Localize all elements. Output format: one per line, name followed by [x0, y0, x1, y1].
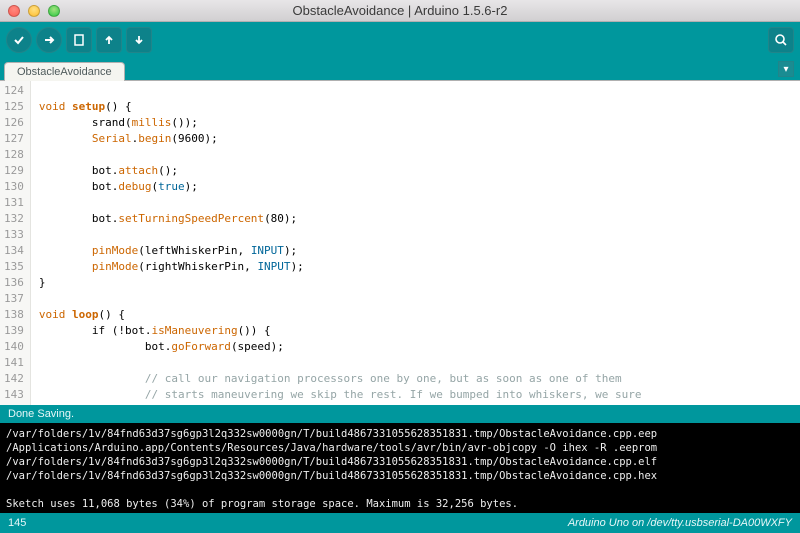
open-sketch-button[interactable]	[96, 27, 122, 53]
code-line[interactable]: srand(millis());	[39, 115, 792, 131]
line-number: 126	[4, 115, 24, 131]
code-line[interactable]: Serial.begin(9600);	[39, 131, 792, 147]
line-number: 125	[4, 99, 24, 115]
line-number: 137	[4, 291, 24, 307]
code-line[interactable]: void loop() {	[39, 307, 792, 323]
output-console[interactable]: /var/folders/1v/84fnd63d37sg6gp3l2q332sw…	[0, 423, 800, 513]
code-editor[interactable]: 1241251261271281291301311321331341351361…	[0, 80, 800, 405]
line-number: 140	[4, 339, 24, 355]
code-line[interactable]: bot.setTurningSpeedPercent(80);	[39, 211, 792, 227]
tab-menu-button[interactable]: ▾	[778, 61, 794, 77]
code-line[interactable]: pinMode(leftWhiskerPin, INPUT);	[39, 243, 792, 259]
verify-button[interactable]	[6, 27, 32, 53]
line-number: 127	[4, 131, 24, 147]
code-line[interactable]: void setup() {	[39, 99, 792, 115]
line-number: 136	[4, 275, 24, 291]
tab-obstacleavoidance[interactable]: ObstacleAvoidance	[4, 62, 125, 81]
code-line[interactable]: if (!bot.isManeuvering()) {	[39, 323, 792, 339]
line-number: 141	[4, 355, 24, 371]
line-number: 142	[4, 371, 24, 387]
footer-bar: 145 Arduino Uno on /dev/tty.usbserial-DA…	[0, 513, 800, 533]
line-number: 129	[4, 163, 24, 179]
line-number: 124	[4, 83, 24, 99]
line-number: 131	[4, 195, 24, 211]
line-number: 143	[4, 387, 24, 403]
line-number: 138	[4, 307, 24, 323]
code-line[interactable]	[39, 195, 792, 211]
status-message: Done Saving.	[8, 408, 74, 420]
status-bar: Done Saving.	[0, 405, 800, 423]
line-number: 133	[4, 227, 24, 243]
line-number: 130	[4, 179, 24, 195]
code-line[interactable]	[39, 83, 792, 99]
code-line[interactable]	[39, 355, 792, 371]
line-number: 134	[4, 243, 24, 259]
code-line[interactable]	[39, 227, 792, 243]
save-sketch-button[interactable]	[126, 27, 152, 53]
toolbar	[0, 22, 800, 58]
code-line[interactable]: bot.attach();	[39, 163, 792, 179]
code-line[interactable]: pinMode(rightWhiskerPin, INPUT);	[39, 259, 792, 275]
code-line[interactable]	[39, 291, 792, 307]
line-number: 132	[4, 211, 24, 227]
upload-button[interactable]	[36, 27, 62, 53]
code-line[interactable]: // starts maneuvering we skip the rest. …	[39, 387, 792, 403]
code-line[interactable]: // call our navigation processors one by…	[39, 371, 792, 387]
board-port-info: Arduino Uno on /dev/tty.usbserial-DA00WX…	[568, 517, 792, 529]
line-number: 135	[4, 259, 24, 275]
line-number: 128	[4, 147, 24, 163]
code-line[interactable]	[39, 147, 792, 163]
new-sketch-button[interactable]	[66, 27, 92, 53]
code-line[interactable]: bot.debug(true);	[39, 179, 792, 195]
line-number-gutter: 1241251261271281291301311321331341351361…	[0, 81, 31, 405]
cursor-line-number: 145	[8, 517, 26, 529]
window-title: ObstacleAvoidance | Arduino 1.5.6-r2	[0, 3, 800, 18]
code-area[interactable]: void setup() { srand(millis()); Serial.b…	[31, 81, 800, 405]
tab-strip: ObstacleAvoidance ▾	[0, 58, 800, 80]
chevron-down-icon: ▾	[783, 64, 788, 75]
line-number: 139	[4, 323, 24, 339]
serial-monitor-button[interactable]	[768, 27, 794, 53]
code-line[interactable]: }	[39, 275, 792, 291]
window-titlebar: ObstacleAvoidance | Arduino 1.5.6-r2	[0, 0, 800, 22]
code-line[interactable]: bot.goForward(speed);	[39, 339, 792, 355]
